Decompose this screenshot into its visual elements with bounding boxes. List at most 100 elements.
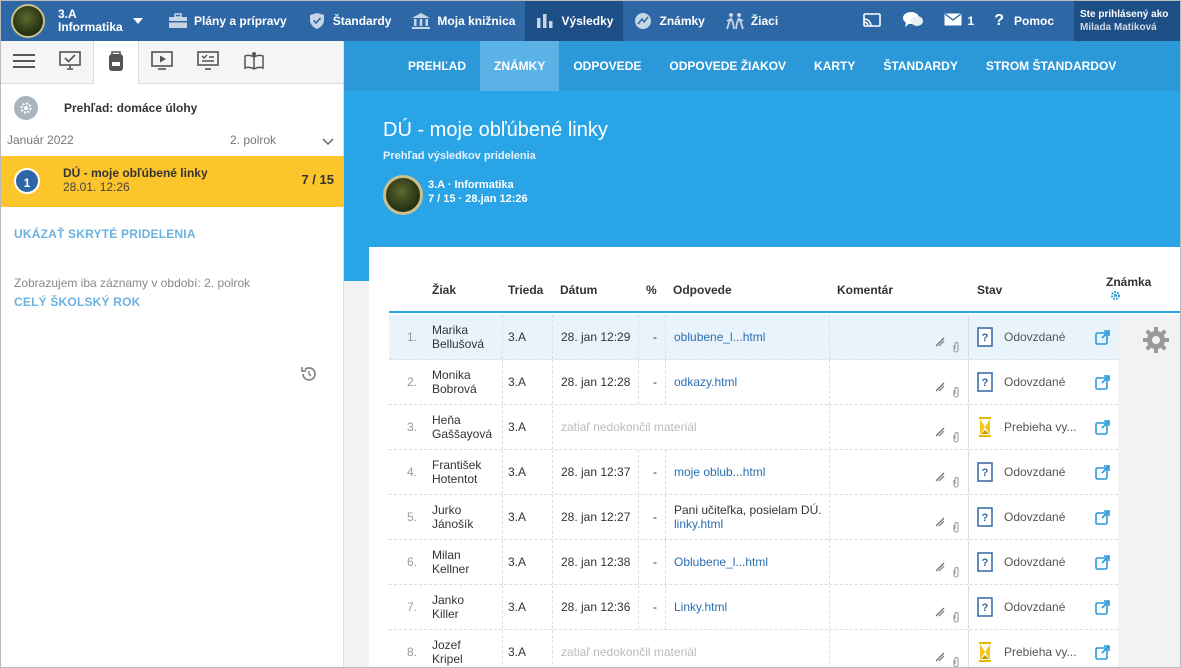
student-name[interactable]: Monika Bobrová	[432, 360, 502, 404]
external-link-icon[interactable]	[1095, 360, 1110, 404]
tab-overview[interactable]: PREHĽAD	[394, 41, 480, 91]
assignment-item[interactable]: 1 DÚ - moje obľúbené linky 28.01. 12:26 …	[1, 156, 344, 207]
header-grade[interactable]: Známka	[1106, 275, 1151, 289]
external-link-icon[interactable]	[1095, 540, 1110, 584]
tab-cards[interactable]: KARTY	[800, 41, 869, 91]
external-link-icon[interactable]	[1095, 495, 1110, 539]
header-answers[interactable]: Odpovede	[673, 283, 732, 297]
homework-tab[interactable]	[93, 41, 139, 84]
student-name[interactable]: Jozef Kripel	[432, 630, 502, 667]
divider	[552, 495, 553, 539]
divider	[502, 360, 503, 404]
user-name: Milada Matiková	[1080, 22, 1157, 33]
video-tab[interactable]	[139, 41, 185, 84]
nav-students[interactable]: Žiaci	[715, 1, 788, 41]
user-box[interactable]: Ste prihlásený ako Milada Matiková	[1074, 1, 1180, 41]
table-row[interactable]: 8. Jozef Kripel 3.A zatiaľ nedokončil materi…	[389, 630, 1118, 667]
header-comment[interactable]: Komentár	[837, 283, 893, 297]
table-row[interactable]: 7. Janko Killer 3.A 28. jan 12:36 - Linky.html…	[389, 585, 1118, 630]
student-name[interactable]: Jurko Jánošík	[432, 495, 502, 539]
external-link-icon[interactable]	[1095, 405, 1110, 449]
book-tab[interactable]	[231, 41, 277, 84]
tab-student-answers[interactable]: ODPOVEDE ŽIAKOV	[655, 41, 800, 91]
tab-standards-tree[interactable]: STROM ŠTANDARDOV	[972, 41, 1130, 91]
pencil-icon[interactable]	[934, 635, 946, 667]
restore-button[interactable]	[299, 364, 319, 387]
pencil-icon[interactable]	[934, 455, 946, 499]
answer-file-link[interactable]: odkazy.html	[674, 375, 737, 389]
header-percent[interactable]: %	[646, 283, 657, 297]
table-row[interactable]: 1. Marika Bellušová 3.A 28. jan 12:29 - oblube…	[389, 315, 1118, 360]
table-row[interactable]: 6. Milan Kellner 3.A 28. jan 12:38 - Oblubene_…	[389, 540, 1118, 585]
nav-library[interactable]: Moja knižnica	[401, 1, 525, 41]
student-name[interactable]: Heňa Gaššayová	[432, 405, 502, 449]
student-last-name: Jánošík	[432, 517, 474, 531]
sub-nav: PREHĽAD ZNÁMKY ODPOVEDE ODPOVEDE ŽIAKOV …	[344, 41, 1180, 91]
pencil-icon[interactable]	[934, 545, 946, 589]
student-first-name: Milan	[432, 548, 461, 562]
pencil-icon[interactable]	[934, 365, 946, 409]
nav-standards[interactable]: Štandardy	[297, 1, 402, 41]
header-date[interactable]: Dátum	[560, 283, 597, 297]
external-link-icon[interactable]	[1095, 630, 1110, 667]
pencil-icon[interactable]	[934, 320, 946, 364]
answer-text: Pani učiteľka, posielam DÚ.	[674, 503, 822, 517]
book-icon	[243, 51, 265, 74]
overview-title: Prehľad: domáce úlohy	[64, 101, 198, 115]
nav-grades[interactable]: Známky	[623, 1, 714, 41]
answer-file-link[interactable]: moje oblub...html	[674, 465, 765, 479]
period-selector[interactable]: Január 2022 2. polrok	[7, 133, 335, 149]
divider	[552, 630, 553, 667]
help-button[interactable]: ? Pomoc	[984, 1, 1074, 41]
student-name[interactable]: František Hotentot	[432, 450, 502, 494]
header-class[interactable]: Trieda	[508, 283, 543, 297]
student-last-name: Kripel	[432, 652, 463, 666]
header-status[interactable]: Stav	[977, 283, 1002, 297]
table-row[interactable]: 2. Monika Bobrová 3.A 28. jan 12:28 - odkazy.h…	[389, 360, 1118, 405]
tab-standards[interactable]: ŠTANDARDY	[869, 41, 971, 91]
paperclip-icon[interactable]	[952, 640, 960, 667]
table-row[interactable]: 4. František Hotentot 3.A 28. jan 12:37 - moje…	[389, 450, 1118, 495]
pencil-icon[interactable]	[934, 590, 946, 634]
external-link-icon[interactable]	[1095, 315, 1110, 359]
student-class: 3.A	[508, 375, 527, 389]
header-student[interactable]: Žiak	[432, 283, 456, 297]
menu-tab[interactable]	[1, 41, 47, 84]
chat-button[interactable]	[892, 1, 934, 41]
messages-button[interactable]: 1	[934, 1, 985, 41]
student-name[interactable]: Marika Bellušová	[432, 315, 502, 359]
pencil-icon[interactable]	[934, 500, 946, 544]
gear-icon[interactable]	[1141, 325, 1171, 358]
whole-year-link[interactable]: CELÝ ŠKOLSKÝ ROK	[14, 295, 141, 309]
test-tab[interactable]	[185, 41, 231, 84]
class-switcher[interactable]: 3.A Informatika	[1, 1, 151, 41]
table-row[interactable]: 3. Heňa Gaššayová 3.A zatiaľ nedokončil mate…	[389, 405, 1118, 450]
cast-button[interactable]	[852, 1, 892, 41]
answer-file-link[interactable]: Oblubene_l...html	[674, 555, 768, 569]
divider	[638, 495, 639, 539]
table-row[interactable]: 5. Jurko Jánošík 3.A 28. jan 12:27 - Pani učit…	[389, 495, 1118, 540]
external-link-icon[interactable]	[1095, 585, 1110, 629]
pencil-icon[interactable]	[934, 410, 946, 454]
submitted-doc-icon: ?	[974, 540, 996, 584]
nav-results[interactable]: Výsledky	[525, 1, 624, 41]
tab-answers[interactable]: ODPOVEDE	[559, 41, 655, 91]
student-name[interactable]: Janko Killer	[432, 585, 502, 629]
overview-header[interactable]: Prehľad: domáce úlohy	[1, 93, 344, 123]
answer-file-link[interactable]: Linky.html	[674, 600, 727, 614]
monitor-check-tab[interactable]	[47, 41, 93, 84]
settings-icon	[14, 96, 38, 120]
percent-value: -	[653, 375, 657, 389]
answer-file-link[interactable]: linky.html	[674, 517, 723, 531]
show-hidden-link[interactable]: UKÁZAŤ SKRYTÉ PRIDELENIA	[14, 227, 196, 241]
nav-plans[interactable]: Plány a prípravy	[158, 1, 297, 41]
tab-grades[interactable]: ZNÁMKY	[480, 41, 560, 91]
student-name[interactable]: Milan Kellner	[432, 540, 502, 584]
answer-file-link[interactable]: oblubene_l...html	[674, 330, 765, 344]
student-first-name: Monika	[432, 368, 471, 382]
grade-settings-icon[interactable]	[1110, 290, 1121, 304]
divider	[502, 495, 503, 539]
student-class: 3.A	[508, 330, 527, 344]
external-link-icon[interactable]	[1095, 450, 1110, 494]
status-text: Prebieha vy...	[1004, 420, 1077, 434]
